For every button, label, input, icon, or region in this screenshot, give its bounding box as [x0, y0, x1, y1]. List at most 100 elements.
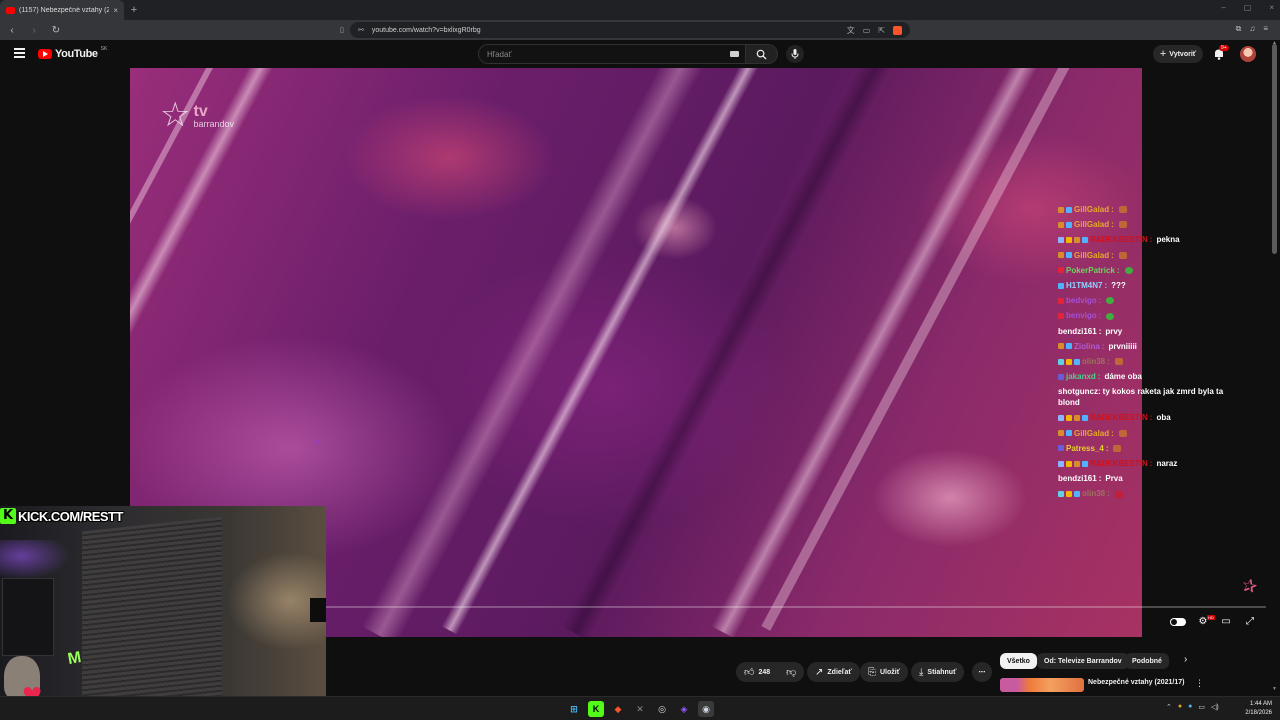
share-icon[interactable]: ⇱ [878, 26, 885, 35]
new-tab-button[interactable]: + [124, 4, 144, 16]
hamburger-menu-icon[interactable] [14, 48, 25, 58]
brave-browser-icon[interactable]: ◆ [610, 701, 626, 717]
chat-badge-icon [1058, 445, 1064, 452]
close-window-button[interactable]: × [1269, 3, 1274, 12]
site-info-icon[interactable]: ⚯ [358, 26, 364, 34]
page-scrollbar[interactable] [1272, 44, 1277, 254]
keyboard-icon[interactable] [730, 51, 739, 57]
tray-app-icon[interactable]: ● [1188, 703, 1192, 711]
chat-username[interactable]: GillGalad [1074, 202, 1109, 217]
chat-separator: : [1104, 281, 1108, 291]
back-arrow-icon[interactable]: ‹ [6, 25, 18, 36]
forward-arrow-icon[interactable]: › [28, 25, 40, 36]
maximize-button[interactable]: ▢ [1244, 3, 1252, 12]
address-bar[interactable]: ▯ ⚯ youtube.com/watch?v=bxlixgR0rbg 文 ▭ … [340, 22, 910, 38]
chat-username[interactable]: RADEKBESTIN [1090, 232, 1148, 247]
chat-badge-icon [1066, 460, 1072, 467]
light-streak [711, 68, 1063, 637]
network-icon[interactable]: ▭ [1198, 703, 1205, 711]
minimize-button[interactable]: – [1221, 3, 1225, 12]
chat-separator: : [1098, 311, 1102, 321]
media-icon[interactable]: ♫ [1249, 24, 1255, 34]
volume-icon[interactable]: ◁) [1211, 703, 1219, 711]
chat-username[interactable]: bendzi161 [1058, 324, 1097, 339]
tray-chevron-icon[interactable]: ⌃ [1166, 703, 1172, 711]
kick-app-icon[interactable]: K [588, 701, 604, 717]
chat-username[interactable]: RADEKBESTIN [1090, 456, 1148, 471]
chat-username[interactable]: benvigo [1066, 308, 1097, 323]
chip-related[interactable]: Podobné [1125, 653, 1169, 669]
clock-time: 1:44 AM [1249, 701, 1272, 707]
chat-message: GillGalad: [1058, 202, 1238, 217]
translate-icon[interactable]: 文 [847, 25, 855, 36]
chat-username[interactable]: olin38 [1082, 486, 1105, 501]
create-button[interactable]: + Vytvoriť [1153, 45, 1203, 63]
share-button[interactable]: ↗ Zdieľať [807, 662, 860, 682]
brave-shield-icon[interactable] [893, 25, 902, 35]
browser-tab[interactable]: (1157) Nebezpečné vztahy (20... × [0, 0, 124, 20]
save-button[interactable]: ⎘ Uložiť [860, 662, 909, 682]
chat-username[interactable]: RADEKBESTIN [1090, 410, 1148, 425]
chat-username[interactable]: GillGalad [1074, 426, 1109, 441]
search-button[interactable] [746, 44, 778, 64]
video-progress-bar[interactable] [326, 606, 1266, 608]
like-count[interactable]: 248 [758, 669, 770, 676]
kebab-menu-icon[interactable]: ⋮ [1195, 678, 1204, 689]
cast-icon[interactable]: ▭ [863, 26, 871, 35]
chat-emote-icon [1118, 429, 1127, 437]
obs-icon[interactable]: ◎ [654, 701, 670, 717]
chat-username[interactable]: shotguncz [1058, 387, 1098, 396]
autoplay-toggle[interactable] [1170, 618, 1186, 626]
xbox-icon[interactable]: ✕ [632, 701, 648, 717]
chat-badge-icon [1058, 373, 1064, 380]
taskbar-clock[interactable]: 1:44 AM 2/18/2026 [1238, 700, 1272, 718]
chip-from-channel[interactable]: Od: Televize Barrandov [1037, 653, 1129, 669]
chat-badge-icon [1058, 460, 1064, 467]
more-dots-icon: ⋯ [978, 669, 986, 676]
region-code: SK [100, 46, 108, 52]
recommended-video-title[interactable]: Nebezpečné vztahy (2021/17) [1088, 679, 1185, 686]
chat-separator: : [1111, 205, 1114, 214]
like-thumb-icon[interactable]: 👍︎ [744, 666, 754, 678]
chat-username[interactable]: jakanxd [1066, 369, 1096, 384]
chat-separator: : [1098, 387, 1101, 397]
youtube-logo[interactable]: YouTube SK [38, 46, 108, 60]
recommended-video[interactable]: Nebezpečné vztahy (2021/17) ⋮ [1000, 678, 1260, 692]
video-thumbnail[interactable] [1000, 678, 1084, 692]
search-input[interactable]: Hľadať [478, 44, 746, 64]
more-actions-button[interactable]: ⋯ [972, 662, 992, 682]
steam-icon[interactable]: ◉ [698, 701, 714, 717]
chat-username[interactable]: H1TM4N7 [1066, 278, 1102, 293]
chat-username[interactable]: GillGalad [1074, 217, 1109, 232]
windows-start-icon[interactable]: ⊞ [566, 701, 582, 717]
chevron-right-icon[interactable]: › [1184, 654, 1187, 665]
scroll-down-arrow-icon[interactable]: ▼ [1272, 686, 1277, 692]
youtube-header: YouTube SK Hľadať + Vytvoriť 9+ [0, 40, 1280, 68]
menu-icon[interactable]: ≡ [1263, 24, 1268, 34]
chat-separator: : [1111, 250, 1114, 260]
chat-message: jakanxd: dáme oba [1058, 369, 1238, 384]
twitch-icon[interactable]: ◈ [676, 701, 692, 717]
microphone-icon [791, 49, 799, 59]
dislike-thumb-icon[interactable]: 👎︎ [786, 666, 796, 678]
chat-username[interactable]: bendzi161 [1058, 471, 1097, 486]
window-blinds [82, 516, 222, 712]
extension-icon[interactable]: ⧉ [1236, 24, 1242, 34]
reload-icon[interactable]: ↻ [50, 25, 62, 36]
fullscreen-icon[interactable]: ⤢ [1243, 616, 1257, 628]
chat-username[interactable]: PokerPatrick [1066, 263, 1115, 278]
chat-username[interactable]: Patress_4 [1066, 441, 1104, 456]
avatar[interactable] [1240, 46, 1256, 62]
chat-username[interactable]: Ziolina [1074, 339, 1100, 354]
tab-close-icon[interactable]: × [113, 6, 118, 15]
chat-username[interactable]: bedvigo [1066, 293, 1097, 308]
voice-search-button[interactable] [786, 45, 804, 63]
chat-username[interactable]: GillGalad [1074, 248, 1109, 263]
bookmark-icon[interactable]: ▯ [340, 26, 344, 34]
chat-username[interactable]: olin38 [1082, 354, 1105, 369]
tray-app-icon[interactable]: ● [1178, 703, 1182, 711]
theater-mode-icon[interactable]: ▭ [1219, 616, 1233, 628]
url-text[interactable]: youtube.com/watch?v=bxlixgR0rbg [372, 27, 481, 34]
download-button[interactable]: ⤓ Stiahnuť [911, 662, 965, 682]
chip-all[interactable]: Všetko [1000, 653, 1037, 669]
